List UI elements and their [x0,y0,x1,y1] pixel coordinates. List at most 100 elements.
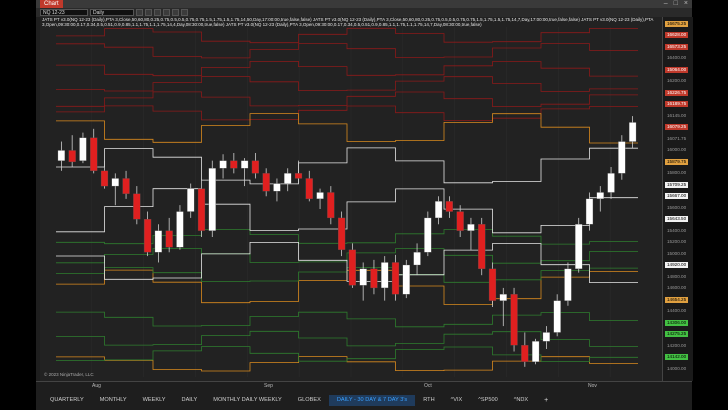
candle-body [359,268,367,286]
candle-body [122,178,130,194]
price-label: 14275.25 [665,331,689,338]
chart-toolbar: NQ 12-23 Daily [36,8,692,17]
candle-body [499,294,507,301]
left-black-margin [0,0,36,410]
candle-body [100,170,109,187]
candle-body [219,160,227,169]
candle-body [510,294,518,346]
candle-body [262,173,270,192]
candle-body [305,178,313,199]
price-label: 16200.00 [667,78,687,84]
date-label: Aug [92,383,101,389]
price-label: 15064.00 [665,66,689,73]
price-label: 14306.00 [665,319,689,326]
candle-body [370,268,378,289]
price-label: 16145.00 [667,112,687,118]
price-axis[interactable]: 16675.25 16628.00 16573.25 16400.00 15064.00… [662,17,693,381]
price-label: 15709.25 [665,181,689,188]
date-label: Sep [264,383,273,389]
toolbar-button-5[interactable] [172,9,179,16]
support-level-line [56,229,638,245]
toolbar-button-6[interactable] [181,9,188,16]
candle-body [327,192,335,219]
chart-tab[interactable]: QUARTERLY [42,395,92,406]
candle-body [521,345,529,362]
resistance-level-line [56,27,638,44]
price-label: 14800.00 [667,273,687,279]
price-label: 14654.25 [665,296,689,303]
close-icon[interactable]: × [684,0,688,8]
copyright-notice: © 2023 NinjaTrader, LLC [44,372,94,377]
toolbar-button-3[interactable] [154,9,161,16]
period-selector[interactable]: Daily [90,9,134,16]
candle-body [338,217,346,250]
candle-body [111,178,119,187]
candle-body [445,201,453,212]
chart-tab[interactable]: MONTHLY DAILY WEEKLY [205,395,290,406]
price-label: 15667.00 [665,193,689,200]
maximize-icon[interactable]: □ [674,0,678,8]
price-label: 15200.00 [667,239,687,245]
resistance-level-line [56,61,638,77]
candle-body [564,268,572,301]
chart-tab[interactable]: ^NDX [506,395,536,406]
price-label: 15600.00 [667,204,687,210]
instrument-selector[interactable]: NQ 12-23 [40,9,88,16]
resistance-level-line [56,76,638,92]
candle-body [456,211,464,231]
pivot-level-line [56,147,638,185]
support-level-line [56,311,638,328]
candle-body [532,341,540,362]
candle-body [618,141,626,174]
date-label: Oct [424,383,432,389]
title-bar: Chart – □ × [36,0,692,8]
candle-body [435,201,443,219]
toolbar-button-1[interactable] [136,9,143,16]
chart-tab[interactable]: GLOBEX [290,395,329,406]
resistance-level-line [56,105,638,121]
price-label: 16000.00 [667,147,687,153]
chart-tab[interactable]: DAILY - 30 DAY & 7 DAY 3's [328,395,416,406]
chart-tab[interactable]: DAILY [174,395,206,406]
pivot-level-line [56,188,638,234]
chart-tab[interactable]: ^VIX [443,395,471,406]
candle-body [381,262,389,289]
chart-tabs-bar: QUARTERLY MONTHLY WEEKLY DAILY MONTHLY DAILY… [36,395,692,406]
candle-body [273,183,281,192]
candle-body [144,219,152,253]
candle-body [402,264,410,295]
candle-body [348,249,356,286]
price-label: 14400.00 [667,308,687,314]
resistance-level-line [56,91,638,107]
chart-tab[interactable]: ^SP500 [470,395,505,406]
price-label: 16079.25 [665,124,689,131]
price-label: 15400.00 [667,227,687,233]
toolbar-button-4[interactable] [163,9,170,16]
price-label: 16400.00 [667,55,687,61]
resistance-level-line [56,43,638,59]
candle-body [187,188,195,212]
chart-tab[interactable]: MONTHLY [92,395,135,406]
candle-body [542,332,550,342]
candle-body [230,160,238,169]
add-tab-button[interactable]: + [536,395,556,406]
minimize-icon[interactable]: – [664,0,668,8]
chart-tab[interactable]: RTH [415,395,442,406]
candlestick-chart[interactable] [40,17,662,381]
price-label: 15643.50 [665,216,689,223]
candle-body [284,173,292,184]
price-label: 15800.00 [667,170,687,176]
price-label: 15879.75 [665,158,689,165]
candle-body [585,198,594,225]
indicator-legend-2: 3,Open,09:30:00,0.17,0.34,0.5,0.51,0.9,0… [42,22,482,27]
price-label: 14920.00 [665,262,689,269]
price-label: 16628.00 [665,32,689,39]
price-label: 16226.75 [665,89,689,96]
date-axis[interactable]: Aug Sep Oct Nov [36,381,692,392]
price-chart-panel[interactable]: JATS PT v3.0(NQ 12-23 (Daily),PTA 3,Clos… [40,17,662,381]
chart-tab[interactable]: WEEKLY [135,395,174,406]
candle-body [176,211,184,248]
candle-body [165,230,173,248]
toolbar-button-2[interactable] [145,9,152,16]
window-title[interactable]: Chart [40,0,63,8]
